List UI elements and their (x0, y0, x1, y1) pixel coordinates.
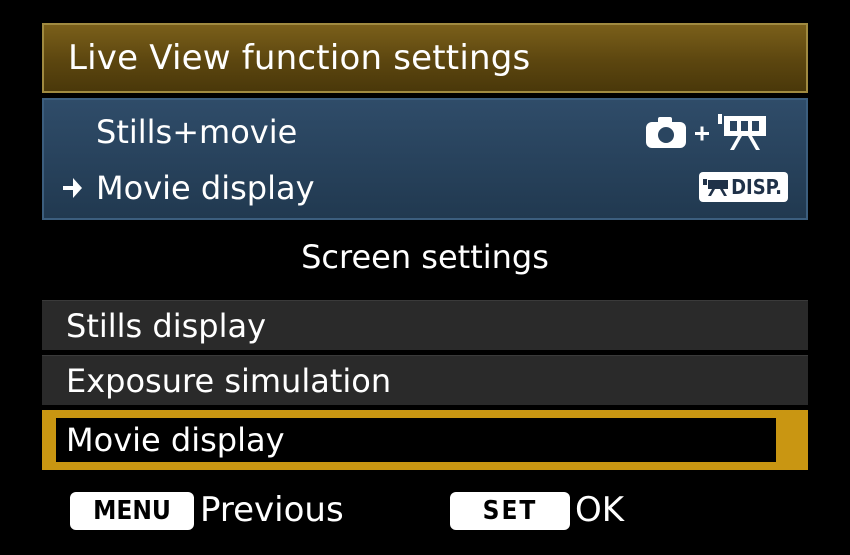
title-bar: Live View function settings (42, 23, 808, 93)
shooting-mode-label: Stills+movie (96, 113, 298, 151)
menu-item-label: Exposure simulation (66, 361, 392, 400)
pointer-arrow-icon (54, 175, 90, 201)
page-title: Live View function settings (68, 38, 531, 78)
menu-button-badge[interactable]: MENU (70, 492, 194, 530)
menu-item-label: Stills display (66, 306, 266, 345)
movie-disp-icon: DISP. (699, 172, 788, 202)
menu-item-label: Movie display (66, 421, 285, 459)
ok-label: OK (575, 490, 625, 530)
footer-bar: MENU Previous SET OK (0, 480, 850, 540)
current-display-label: Movie display (96, 169, 315, 207)
current-display-row: Movie display DISP. (44, 160, 806, 216)
menu-item-exposure-simulation[interactable]: Exposure simulation (42, 355, 808, 405)
disp-badge-text: DISP. (731, 175, 782, 199)
shooting-mode-row: Stills+movie (44, 104, 806, 160)
menu-item-movie-display[interactable]: Movie display (42, 410, 808, 470)
section-heading: Screen settings (301, 238, 549, 276)
selection-highlight: Movie display (56, 418, 776, 462)
menu-item-stills-display[interactable]: Stills display (42, 300, 808, 350)
info-panel: Stills+movie Movie display DISP. (42, 98, 808, 220)
set-button-badge[interactable]: SET (450, 492, 570, 530)
previous-label: Previous (200, 490, 344, 530)
camera-plus-movie-icon (646, 114, 766, 150)
